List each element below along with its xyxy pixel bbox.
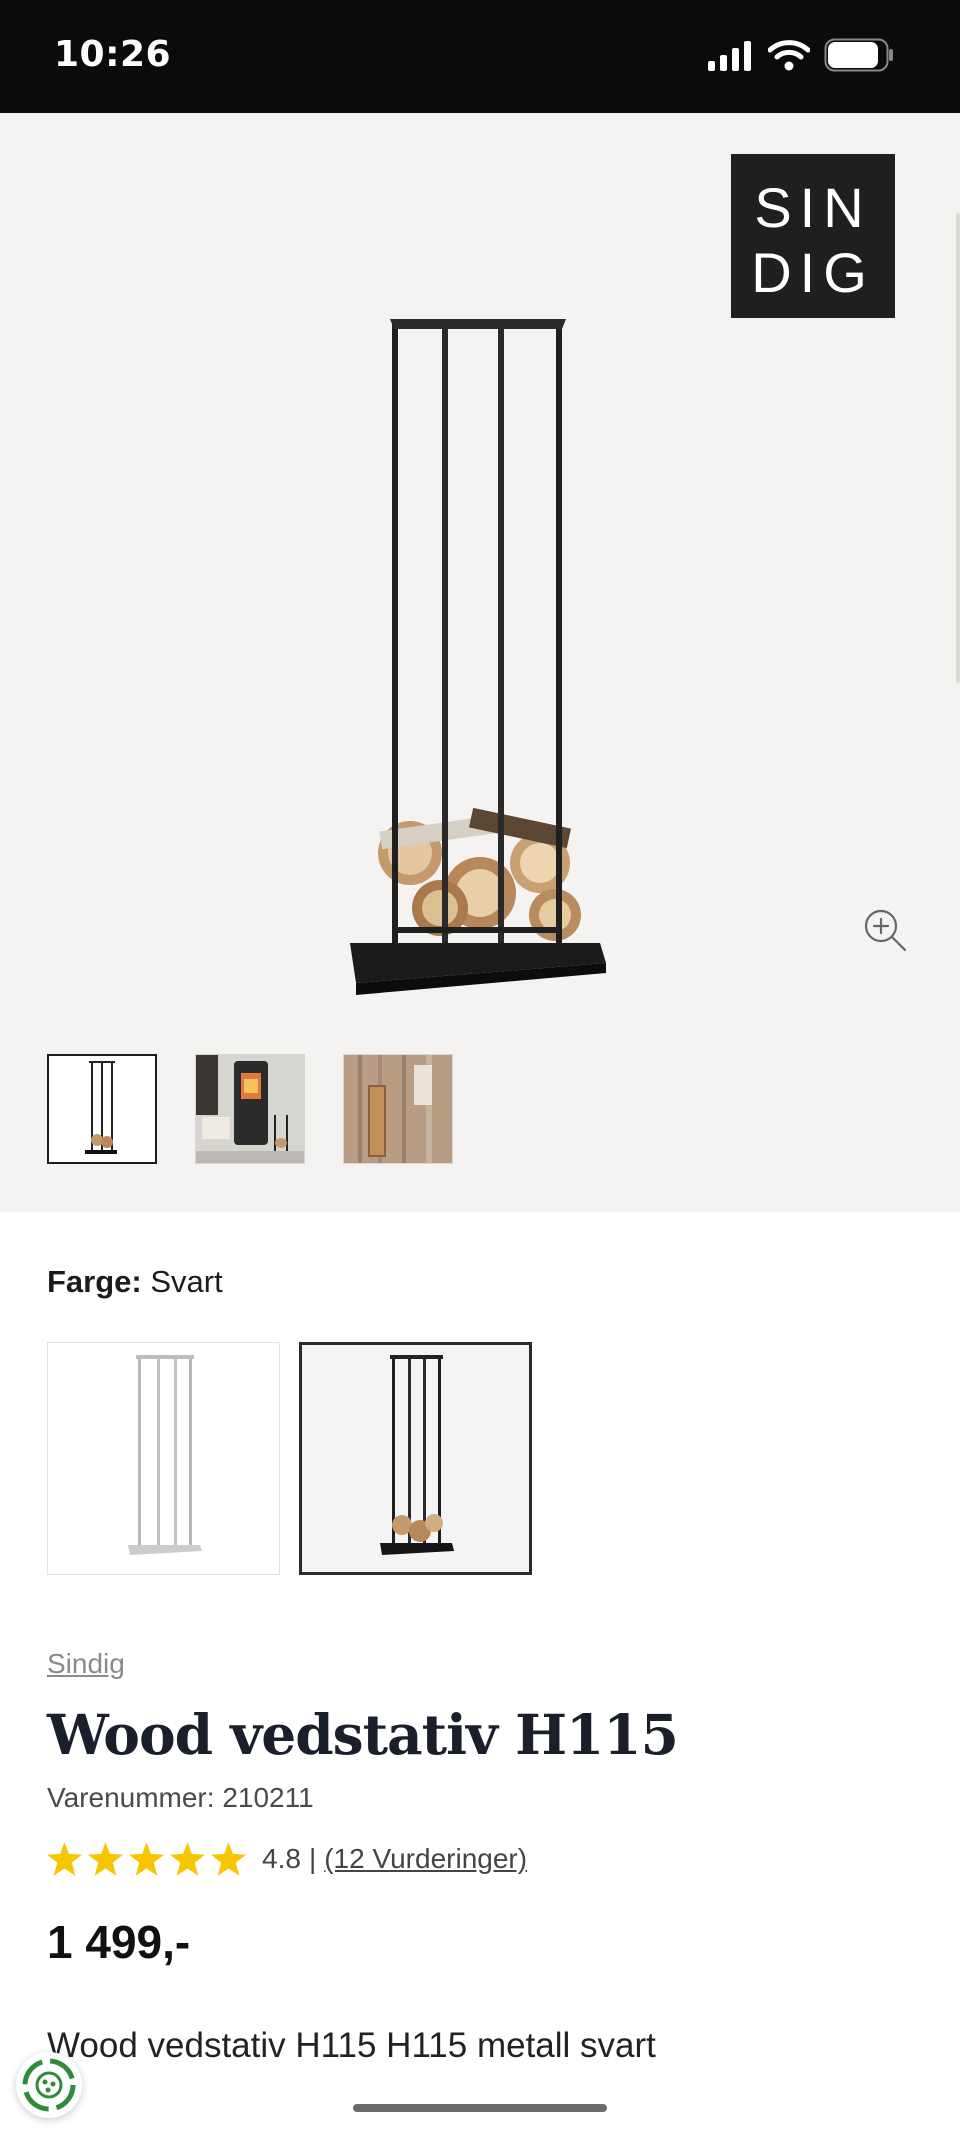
logo-line-2: DIG [751, 241, 875, 304]
color-selector-label: Farge: Svart [47, 1264, 223, 1300]
status-time: 10:26 [54, 34, 172, 75]
status-icons [708, 38, 894, 72]
thumbnail-strip [47, 1054, 453, 1164]
brand-link[interactable]: Sindig [47, 1648, 125, 1680]
thumbnail-2[interactable] [195, 1054, 305, 1164]
star-icon [47, 1842, 82, 1876]
swatch-black[interactable] [299, 1342, 532, 1575]
battery-icon [824, 38, 893, 72]
product-main-image[interactable] [340, 203, 620, 1033]
star-icon [88, 1842, 123, 1876]
rating-separator: | [308, 1843, 317, 1874]
rating-stars [47, 1842, 246, 1876]
color-swatches [47, 1342, 532, 1575]
reviews-link[interactable]: (12 Vurderinger) [324, 1843, 527, 1875]
product-gallery[interactable]: SIN DIG [0, 113, 960, 1212]
status-bar: 10:26 [0, 0, 960, 113]
signal-icon [708, 41, 751, 71]
swatch-light-grey[interactable] [47, 1342, 280, 1575]
thumbnail-1[interactable] [47, 1054, 157, 1164]
home-indicator[interactable] [353, 2104, 607, 2112]
color-value: Svart [150, 1264, 223, 1299]
product-title: Wood vedstativ H115 [47, 1702, 679, 1767]
recycle-icon [22, 2058, 76, 2112]
gallery-scrollbar[interactable] [956, 213, 960, 683]
wifi-icon [768, 40, 810, 71]
product-rating: 4.8 | (12 Vurderinger) [47, 1842, 527, 1876]
product-description: Wood vedstativ H115 H115 metall svart [47, 2026, 656, 2065]
sindig-brand-logo: SIN DIG [731, 154, 895, 318]
recycle-badge-button[interactable] [16, 2052, 82, 2118]
star-icon [211, 1842, 246, 1876]
product-sku: Varenummer: 210211 [47, 1782, 314, 1813]
color-label: Farge: [47, 1264, 142, 1299]
rating-value: 4.8 [262, 1843, 301, 1874]
zoom-in-icon[interactable] [862, 907, 908, 953]
thumbnail-3[interactable] [343, 1054, 453, 1164]
star-icon [129, 1842, 164, 1876]
logo-line-1: SIN [754, 176, 871, 239]
star-icon [170, 1842, 205, 1876]
product-price: 1 499,- [47, 1916, 191, 1968]
